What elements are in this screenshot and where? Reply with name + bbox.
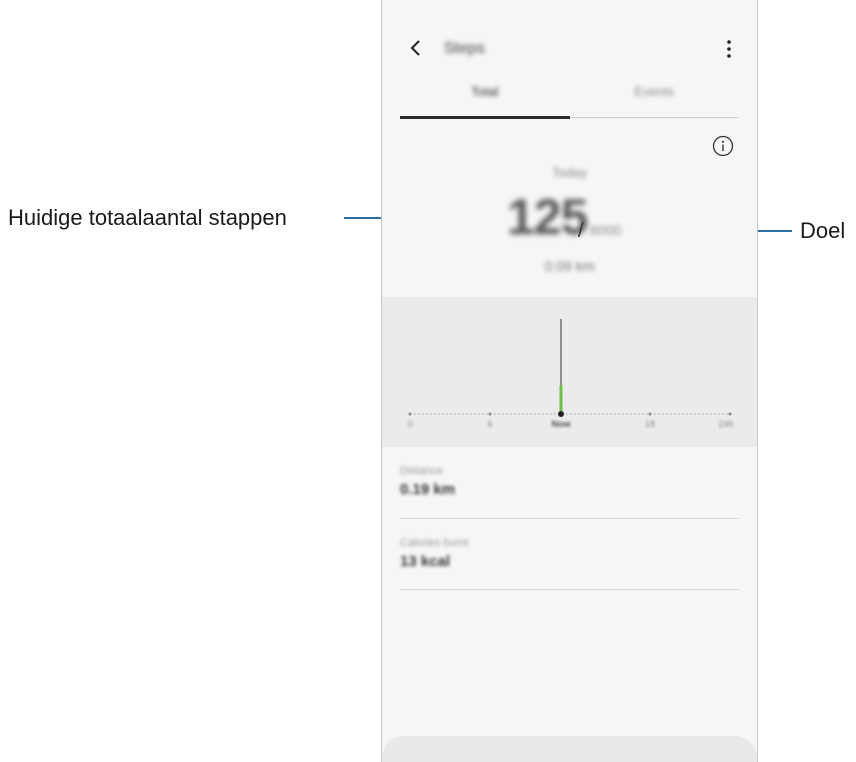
axis-dot — [728, 412, 732, 416]
stat-divider — [400, 518, 739, 519]
screen-bottom-edge — [382, 736, 757, 762]
axis-dot — [488, 412, 492, 416]
distance-label: Distance — [400, 465, 443, 477]
x-tick-label: 0 — [407, 419, 413, 429]
date-label: Today — [552, 165, 587, 180]
page-title: Steps — [444, 40, 485, 57]
steps-separator: / — [578, 220, 584, 242]
back-arrow-icon[interactable] — [404, 34, 428, 62]
current-steps-value: 125 — [507, 189, 588, 245]
calories-value: 13 kcal — [400, 553, 451, 570]
x-tick-label: 18 — [644, 419, 656, 429]
distance-value: 0.19 km — [400, 481, 456, 498]
phone-screen: Steps Total Events Today 125 / 6000 0.09… — [381, 0, 758, 762]
x-tick-label: 6 — [487, 419, 493, 429]
steps-timeline-chart: 0 6 Now 18 24h — [382, 297, 757, 447]
goal-steps-value[interactable]: 6000 — [590, 222, 621, 238]
axis-dot — [408, 412, 412, 416]
steps-bar — [559, 385, 563, 412]
distance-stat: Distance 0.19 km — [400, 465, 739, 498]
distance-summary: 0.09 km — [544, 258, 595, 274]
calories-label: Calories burnt — [400, 537, 469, 549]
now-dot — [558, 411, 564, 417]
x-tick-label: 24h — [718, 419, 734, 429]
stat-divider — [400, 589, 739, 590]
more-options-icon[interactable] — [725, 38, 733, 60]
calories-stat: Calories burnt 13 kcal — [400, 537, 739, 570]
info-icon[interactable] — [712, 135, 734, 157]
steps-summary: 125 / 6000 — [382, 188, 757, 248]
tab-events[interactable]: Events — [570, 84, 740, 99]
tab-bar: Total Events — [400, 84, 739, 120]
app-toolbar: Steps — [382, 28, 757, 68]
tab-divider — [569, 117, 739, 118]
x-tick-label-now: Now — [551, 419, 571, 429]
active-tab-indicator — [400, 116, 570, 119]
axis-dot — [648, 412, 652, 416]
callout-goal-label: Doel — [800, 218, 846, 243]
tab-total[interactable]: Total — [400, 84, 570, 99]
callout-current-steps-label: Huidige totaalaantal stappen — [8, 205, 287, 230]
